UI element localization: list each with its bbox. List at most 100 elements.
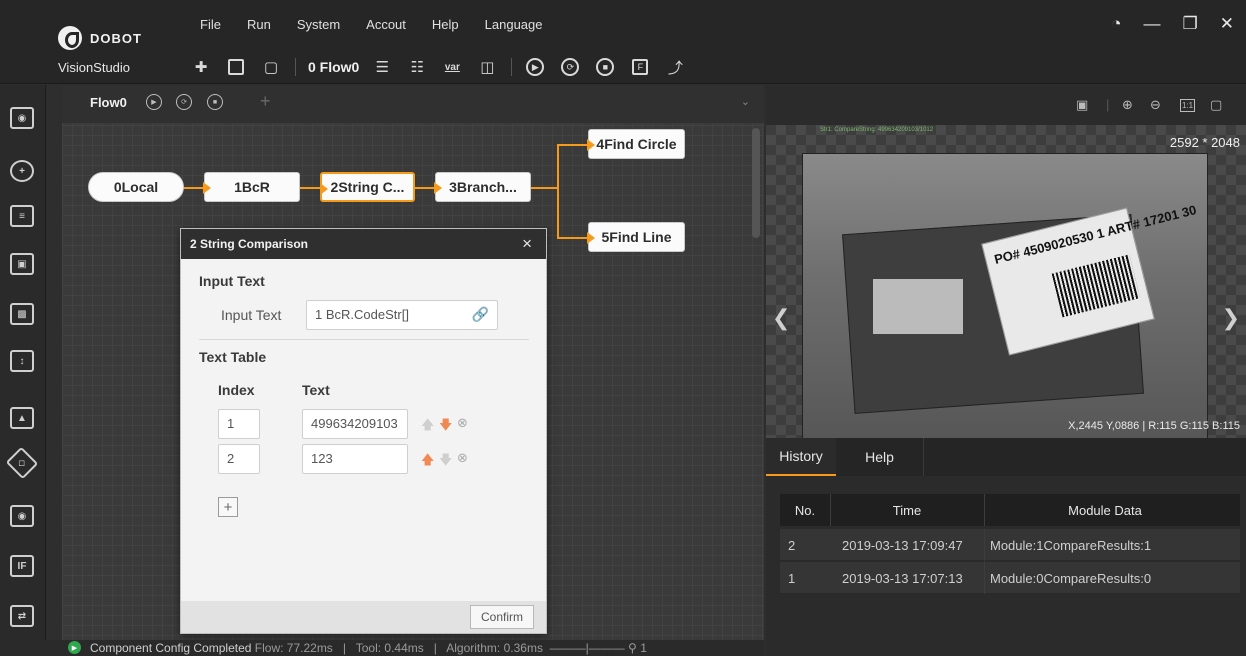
index-field[interactable]: 1 [218,409,260,439]
menu-system[interactable]: System [297,17,340,32]
fit-icon[interactable]: ▣ [1076,97,1088,113]
window-controls: ◔ — ❐ ✕ [1111,14,1234,34]
align-tool-icon[interactable]: ↕ [10,350,34,372]
flow-scrollbar[interactable] [752,128,760,238]
history-tab-bar: History Help [766,438,1246,476]
layers-icon[interactable]: ☰ [371,56,393,78]
chevron-right-icon[interactable]: ❯ [1222,305,1240,331]
speed-icon[interactable]: ◔ [1111,14,1121,34]
menu-account[interactable]: Accout [366,17,406,32]
flow-selector[interactable]: 0 Flow0 [308,59,359,75]
history-table: No. Time Module Data 2 2019-03-13 17:09:… [766,476,1246,656]
column-divider [984,529,985,561]
defect-tool-icon[interactable]: ◉ [10,505,34,527]
add-module-icon[interactable]: ✚ [190,56,212,78]
input-pin [587,139,595,151]
locate-tool-icon[interactable]: + [10,160,34,182]
logic-if-tool-icon[interactable]: IF [10,555,34,577]
text-field[interactable]: 123 [302,444,408,474]
move-up-icon[interactable]: 🡅 [421,451,434,473]
dialog-header: 2 String Comparison × [181,229,546,259]
recognize-tool-icon[interactable]: ▣ [10,253,34,275]
toolbar-divider: | [1106,97,1110,112]
confirm-button[interactable]: Confirm [470,605,534,629]
table-row[interactable]: 2 2019-03-13 17:09:47 Module:1CompareRes… [780,529,1240,561]
node-local[interactable]: 0Local [88,172,184,202]
cell-no: 1 [788,570,796,586]
toolbar-divider [295,58,296,76]
node-branch[interactable]: 3Branch... [434,172,531,202]
index-field[interactable]: 2 [218,444,260,474]
zoom-in-icon[interactable]: ⊕ [1122,97,1133,113]
move-down-icon[interactable]: 🡇 [439,451,452,473]
run-once-icon[interactable]: ▶ [524,56,546,78]
tab-help[interactable]: Help [836,438,924,476]
tab-history[interactable]: History [766,438,836,476]
node-find-line[interactable]: 5Find Line [587,222,685,252]
image-process-tool-icon[interactable]: ▲ [10,407,34,429]
menu-help[interactable]: Help [432,17,459,32]
tab-flow0[interactable]: Flow0 [90,95,127,110]
image-toolbar: ▣ | ⊕ ⊖ 1:1 ▢ [766,85,1246,125]
stop-icon[interactable]: ■ [594,56,616,78]
input-pin [320,183,328,195]
link-icon[interactable]: 🔗 [472,306,489,323]
play-status-icon: ▶ [68,641,81,654]
remove-icon[interactable]: ⊗ [457,415,468,431]
menu-run[interactable]: Run [247,17,271,32]
save-icon[interactable] [225,56,247,78]
divider [199,339,529,340]
zoom-out-icon[interactable]: ⊖ [1150,97,1161,113]
add-row-button[interactable]: + [218,497,238,517]
close-icon[interactable]: ✕ [1220,14,1234,34]
camera-tool-icon[interactable]: ◉ [10,107,34,129]
col-time: Time [892,502,922,518]
image-panel: ▣ | ⊕ ⊖ 1:1 ▢ PO# 4509020530 1 ART# 1720… [766,85,1246,656]
stop-icon[interactable]: ■ [207,94,223,110]
restore-icon[interactable]: ❐ [1183,14,1198,34]
minimize-icon[interactable]: — [1144,14,1161,34]
col-no: No. [794,502,816,518]
run-loop-icon[interactable]: ⟳ [559,56,581,78]
menu-file[interactable]: File [200,17,221,32]
chevron-down-icon[interactable]: ⌄ [741,95,750,108]
move-up-icon[interactable]: 🡅 [421,416,434,438]
node-find-circle[interactable]: 4Find Circle [587,129,685,159]
close-icon[interactable]: × [522,234,532,254]
camera-icon[interactable]: ◫ [476,56,498,78]
robot-arm-icon[interactable]: ⤴ [664,56,686,78]
variable-icon[interactable]: var [441,56,463,78]
calibrate-tool-icon[interactable]: ▩ [10,303,34,325]
cell-data: Module:0CompareResults:0 [990,570,1152,586]
title-bar: DOBOT VisionStudio File Run System Accou… [0,0,1246,84]
communication-tool-icon[interactable]: ⇄ [10,605,34,627]
open-folder-icon[interactable]: ▢ [260,56,282,78]
menu-language[interactable]: Language [485,17,543,32]
run-loop-icon[interactable]: ⟳ [176,94,192,110]
fullscreen-icon[interactable]: ▢ [1210,97,1222,113]
flow-tab-bar: Flow0 ▶ ⟳ ■ + ⌄ [62,85,764,123]
run-once-icon[interactable]: ▶ [146,94,162,110]
hierarchy-icon[interactable]: ☷ [406,56,428,78]
zoom-value: 1 [640,641,647,655]
input-pin [434,182,442,194]
actual-size-icon[interactable]: 1:1 [1180,99,1196,112]
node-string-compare[interactable]: 2String C... [320,172,415,202]
node-label: 4Find Circle [596,136,677,152]
input-pin [203,182,211,194]
table-row[interactable]: 1 2019-03-13 17:07:13 Module:0CompareRes… [780,562,1240,594]
remove-icon[interactable]: ⊗ [457,450,468,466]
f-icon[interactable]: F [629,56,651,78]
add-flow-button[interactable]: + [260,91,271,112]
chevron-left-icon[interactable]: ❮ [772,305,790,331]
move-down-icon[interactable]: 🡇 [439,416,452,438]
color-tool-icon[interactable]: ◇ [5,446,39,480]
node-bcr[interactable]: 1BcR [203,172,300,202]
input-text-field[interactable]: 1 BcR.CodeStr[] 🔗 [306,300,498,330]
image-resolution: 2592 * 2048 [1169,135,1240,150]
connector [414,187,436,189]
input-text-label: Input Text [221,307,282,323]
text-field[interactable]: 499634209103 [302,409,408,439]
dialog-title: 2 String Comparison [190,237,309,251]
measure-tool-icon[interactable]: ≡ [10,205,34,227]
